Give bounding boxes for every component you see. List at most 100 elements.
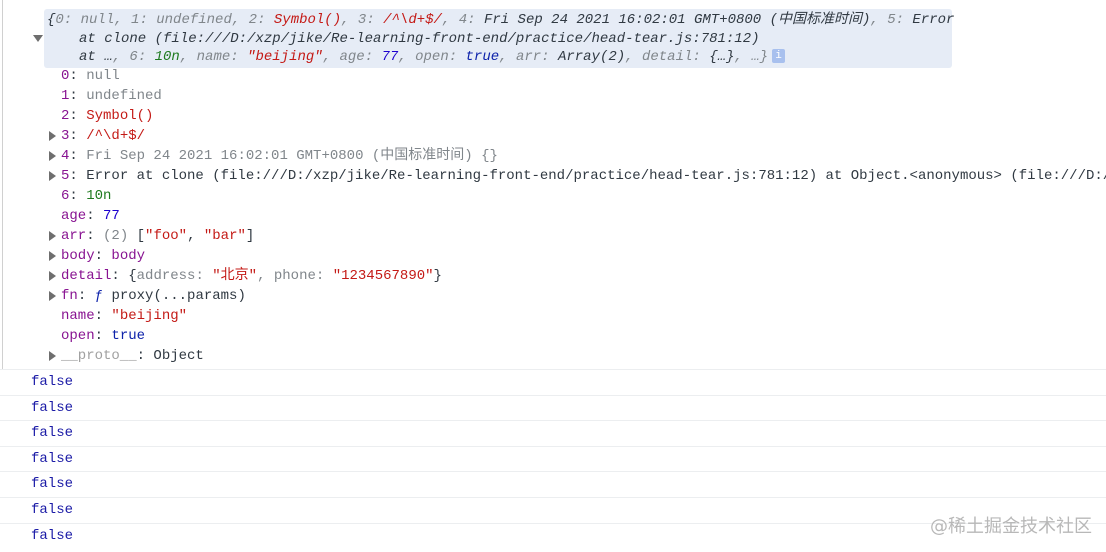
property-row[interactable]: fn: ƒ proxy(...params) xyxy=(0,286,1106,306)
value-token: , name: xyxy=(179,49,248,65)
value-token: : xyxy=(69,68,87,84)
value-token: ] xyxy=(245,228,255,244)
property-text: name: "beijing" xyxy=(61,306,187,326)
console-message: false xyxy=(0,394,1106,421)
property-row: open: true xyxy=(0,326,1106,346)
value-token: 10n xyxy=(86,188,112,204)
expand-triangle-icon[interactable] xyxy=(49,231,56,241)
value-token: 10n xyxy=(154,49,180,65)
property-row: 0: null xyxy=(0,66,1106,86)
value-token: : xyxy=(94,328,112,344)
value-token: {…} xyxy=(709,49,735,65)
value-token: 77 xyxy=(103,208,120,224)
boolean-value: false xyxy=(31,527,74,544)
property-text: 4: Fri Sep 24 2021 16:02:01 GMT+0800 (中国… xyxy=(61,146,498,166)
value-token: : xyxy=(77,288,95,304)
value-token: name xyxy=(61,308,95,324)
property-row[interactable]: detail: {address: "北京", phone: "12345678… xyxy=(0,266,1106,286)
boolean-value: false xyxy=(31,374,74,390)
collapse-triangle-icon[interactable] xyxy=(33,35,43,42)
property-row[interactable]: 3: /^\d+$/ xyxy=(0,126,1106,146)
value-token: body xyxy=(111,248,146,264)
summary-line: at …, 6: 10n, name: "beijing", age: 77, … xyxy=(79,48,786,66)
value-token: , arr: xyxy=(499,49,558,65)
property-row[interactable]: arr: (2) ["foo", "bar"] xyxy=(0,226,1106,246)
property-text: arr: (2) ["foo", "bar"] xyxy=(61,226,254,246)
console-message: false xyxy=(0,445,1106,472)
property-text: 2: Symbol() xyxy=(61,106,153,126)
value-token: } xyxy=(433,268,442,284)
property-row: 2: Symbol() xyxy=(0,106,1106,126)
value-token: , …} xyxy=(734,49,769,65)
object-summary-preview[interactable]: {0: null, 1: undefined, 2: Symbol(), 3: … xyxy=(44,9,955,68)
value-token: "1234567890" xyxy=(332,268,434,284)
value-token: /^\d+$/ xyxy=(383,12,442,28)
value-token: , phone: xyxy=(257,268,333,284)
value-token: Fri Sep 24 2021 16:02:01 GMT+0800 (中国标准时… xyxy=(86,148,498,164)
property-text: open: true xyxy=(61,326,145,346)
expand-triangle-icon[interactable] xyxy=(49,351,56,361)
value-token: address: xyxy=(136,268,213,284)
value-token: Symbol() xyxy=(86,108,154,124)
value-token: : xyxy=(69,148,87,164)
value-token: : xyxy=(69,128,87,144)
value-token: , 2: xyxy=(231,12,274,28)
expand-triangle-icon[interactable] xyxy=(49,251,56,261)
value-token: ƒ xyxy=(94,288,112,304)
value-token: age xyxy=(61,208,87,224)
property-row[interactable]: 5: Error at clone (file:///D:/xzp/jike/R… xyxy=(0,166,1106,186)
console-message: false xyxy=(0,420,1106,446)
value-token: : xyxy=(94,248,112,264)
summary-line: at clone (file:///D:/xzp/jike/Re-learnin… xyxy=(79,30,760,48)
value-token: proxy(...params) xyxy=(111,288,246,304)
expand-triangle-icon[interactable] xyxy=(49,131,56,141)
expand-triangle-icon[interactable] xyxy=(49,291,56,301)
property-text: __proto__: Object xyxy=(61,346,204,366)
value-token: , xyxy=(187,228,204,244)
boolean-value: false xyxy=(31,399,74,416)
property-text: 5: Error at clone (file:///D:/xzp/jike/R… xyxy=(61,166,1106,186)
value-token: , open: xyxy=(398,49,466,65)
value-token: undefined xyxy=(156,12,232,28)
console-message: false xyxy=(0,471,1106,497)
value-token: : Object xyxy=(136,348,204,364)
value-token: , 6: xyxy=(112,49,155,65)
value-token: : xyxy=(86,228,104,244)
value-token: at clone (file:///D:/xzp/jike/Re-learnin… xyxy=(79,31,760,47)
value-token: 77 xyxy=(381,49,399,65)
value-token: : Error at clone (file:///D:/xzp/jike/Re… xyxy=(69,168,1106,184)
boolean-value: false xyxy=(31,450,74,467)
value-token: body xyxy=(61,248,95,264)
value-token: Fri Sep 24 2021 16:02:01 GMT+0800 (中国标准时… xyxy=(483,12,871,28)
value-token: , 4: xyxy=(441,12,484,28)
value-token: Error xyxy=(912,12,955,28)
expand-triangle-icon[interactable] xyxy=(49,171,56,181)
value-token: /^\d+$/ xyxy=(86,128,146,144)
value-token: (2) xyxy=(103,228,137,244)
property-text: body: body xyxy=(61,246,145,266)
property-row[interactable]: __proto__: Object xyxy=(0,346,1106,366)
value-token: Array(2) xyxy=(557,49,626,65)
property-row[interactable]: 4: Fri Sep 24 2021 16:02:01 GMT+0800 (中国… xyxy=(0,146,1106,166)
boolean-value: false xyxy=(31,502,74,518)
property-text: age: 77 xyxy=(61,206,120,226)
value-token: "beijing" xyxy=(247,49,323,65)
value-token: "beijing" xyxy=(111,308,188,324)
watermark: @稀土掘金技术社区 xyxy=(930,516,1092,537)
value-token: 0: xyxy=(55,12,81,28)
expand-triangle-icon[interactable] xyxy=(49,151,56,161)
property-text: fn: ƒ proxy(...params) xyxy=(61,286,246,306)
value-token: null xyxy=(86,68,120,84)
value-token: : xyxy=(69,88,87,104)
value-token: [ xyxy=(136,228,146,244)
property-text: detail: {address: "北京", phone: "12345678… xyxy=(61,266,442,286)
property-row[interactable]: body: body xyxy=(0,246,1106,266)
property-text: 0: null xyxy=(61,66,120,86)
value-token: true xyxy=(465,49,500,65)
value-token: "北京" xyxy=(212,268,258,284)
expand-triangle-icon[interactable] xyxy=(49,271,56,281)
property-text: 6: 10n xyxy=(61,186,111,206)
value-token: detail xyxy=(61,268,112,284)
console-message: false xyxy=(0,369,1106,395)
info-icon[interactable]: i xyxy=(772,49,786,64)
